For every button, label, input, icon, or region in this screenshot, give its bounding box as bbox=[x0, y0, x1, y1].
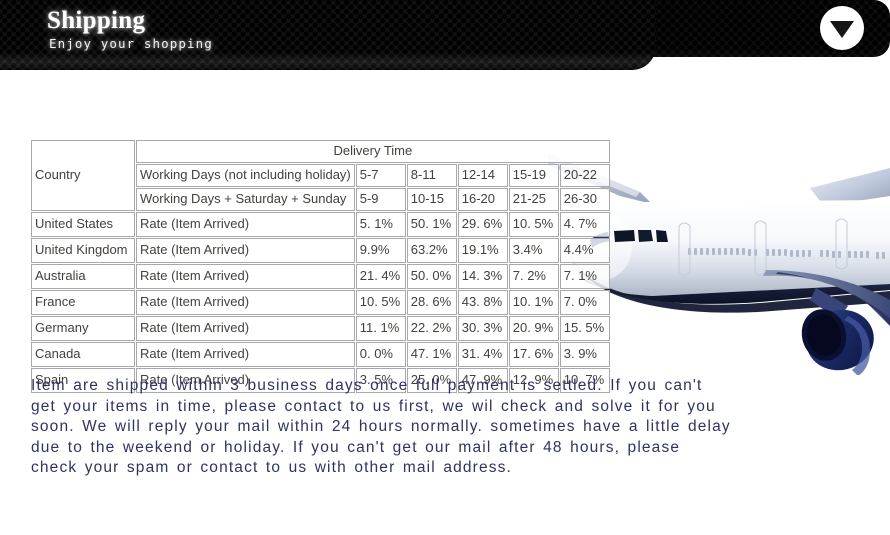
table-row: United Kingdom Rate (Item Arrived) 9.9% … bbox=[31, 238, 610, 263]
country-name: United States bbox=[31, 212, 135, 237]
country-name: Germany bbox=[31, 316, 135, 341]
shipping-rates-table: Country Delivery Time Working Days (not … bbox=[30, 139, 611, 394]
rate-cell: 19.1% bbox=[457, 238, 508, 263]
rate-cell: 43. 8% bbox=[457, 290, 508, 315]
rate-cell: 0. 0% bbox=[355, 342, 406, 367]
rate-cell: 20. 9% bbox=[508, 316, 559, 341]
rate-cell: 14. 3% bbox=[457, 264, 508, 289]
triangle-down-icon bbox=[830, 20, 854, 38]
header-delivery-time: Delivery Time bbox=[136, 140, 610, 163]
rate-label: Rate (Item Arrived) bbox=[136, 238, 355, 263]
rate-cell: 29. 6% bbox=[457, 212, 508, 237]
rate-cell: 31. 4% bbox=[457, 342, 508, 367]
rate-cell: 9.9% bbox=[355, 238, 406, 263]
label-working-days: Working Days (not including holiday) bbox=[136, 164, 355, 187]
rate-cell: 4. 7% bbox=[559, 212, 610, 237]
rate-label: Rate (Item Arrived) bbox=[136, 264, 355, 289]
page-subtitle: Enjoy your shopping bbox=[49, 36, 213, 51]
rate-cell: 63.2% bbox=[406, 238, 457, 263]
rate-cell: 50. 1% bbox=[406, 212, 457, 237]
weekend-days-cell: 10-15 bbox=[406, 188, 457, 211]
rate-label: Rate (Item Arrived) bbox=[136, 212, 355, 237]
rate-label: Rate (Item Arrived) bbox=[136, 290, 355, 315]
weekend-days-cell: 21-25 bbox=[508, 188, 559, 211]
country-name: Australia bbox=[31, 264, 135, 289]
shipping-banner: Shipping Enjoy your shopping bbox=[0, 0, 890, 70]
rate-cell: 50. 0% bbox=[406, 264, 457, 289]
rate-label: Rate (Item Arrived) bbox=[136, 342, 355, 367]
header-country: Country bbox=[31, 140, 135, 211]
rate-cell: 7. 0% bbox=[559, 290, 610, 315]
country-name: United Kingdom bbox=[31, 238, 135, 263]
rate-cell: 10. 5% bbox=[355, 290, 406, 315]
rate-cell: 15. 5% bbox=[559, 316, 610, 341]
collapse-toggle-button[interactable] bbox=[820, 6, 864, 50]
rate-cell: 5. 1% bbox=[355, 212, 406, 237]
rate-cell: 28. 6% bbox=[406, 290, 457, 315]
working-days-cell: 15-19 bbox=[508, 164, 559, 187]
page-title: Shipping bbox=[47, 7, 146, 34]
table-row: Germany Rate (Item Arrived) 11. 1% 22. 2… bbox=[31, 316, 610, 341]
label-working-days-weekend: Working Days + Saturday + Sunday bbox=[136, 188, 355, 211]
working-days-cell: 20-22 bbox=[559, 164, 610, 187]
table-row: Canada Rate (Item Arrived) 0. 0% 47. 1% … bbox=[31, 342, 610, 367]
working-days-cell: 5-7 bbox=[355, 164, 406, 187]
rate-cell: 11. 1% bbox=[355, 316, 406, 341]
rate-cell: 7. 1% bbox=[559, 264, 610, 289]
rate-cell: 10. 1% bbox=[508, 290, 559, 315]
table-row: United States Rate (Item Arrived) 5. 1% … bbox=[31, 212, 610, 237]
rate-cell: 4.4% bbox=[559, 238, 610, 263]
table-row: Australia Rate (Item Arrived) 21. 4% 50.… bbox=[31, 264, 610, 289]
weekend-days-cell: 5-9 bbox=[355, 188, 406, 211]
rate-cell: 30. 3% bbox=[457, 316, 508, 341]
weekend-days-cell: 26-30 bbox=[559, 188, 610, 211]
rate-cell: 21. 4% bbox=[355, 264, 406, 289]
weekend-days-cell: 16-20 bbox=[457, 188, 508, 211]
rate-cell: 7. 2% bbox=[508, 264, 559, 289]
rate-label: Rate (Item Arrived) bbox=[136, 316, 355, 341]
country-name: France bbox=[31, 290, 135, 315]
rate-cell: 47. 1% bbox=[406, 342, 457, 367]
shipping-note-text: Item are shipped within 3 business days … bbox=[31, 377, 731, 476]
working-days-cell: 12-14 bbox=[457, 164, 508, 187]
working-days-cell: 8-11 bbox=[406, 164, 457, 187]
rate-cell: 3.4% bbox=[508, 238, 559, 263]
rate-cell: 17. 6% bbox=[508, 342, 559, 367]
table-row: France Rate (Item Arrived) 10. 5% 28. 6%… bbox=[31, 290, 610, 315]
table-header-row: Country Delivery Time bbox=[31, 140, 610, 211]
rate-cell: 10. 5% bbox=[508, 212, 559, 237]
rate-cell: 3. 9% bbox=[559, 342, 610, 367]
rate-cell: 22. 2% bbox=[406, 316, 457, 341]
country-name: Canada bbox=[31, 342, 135, 367]
